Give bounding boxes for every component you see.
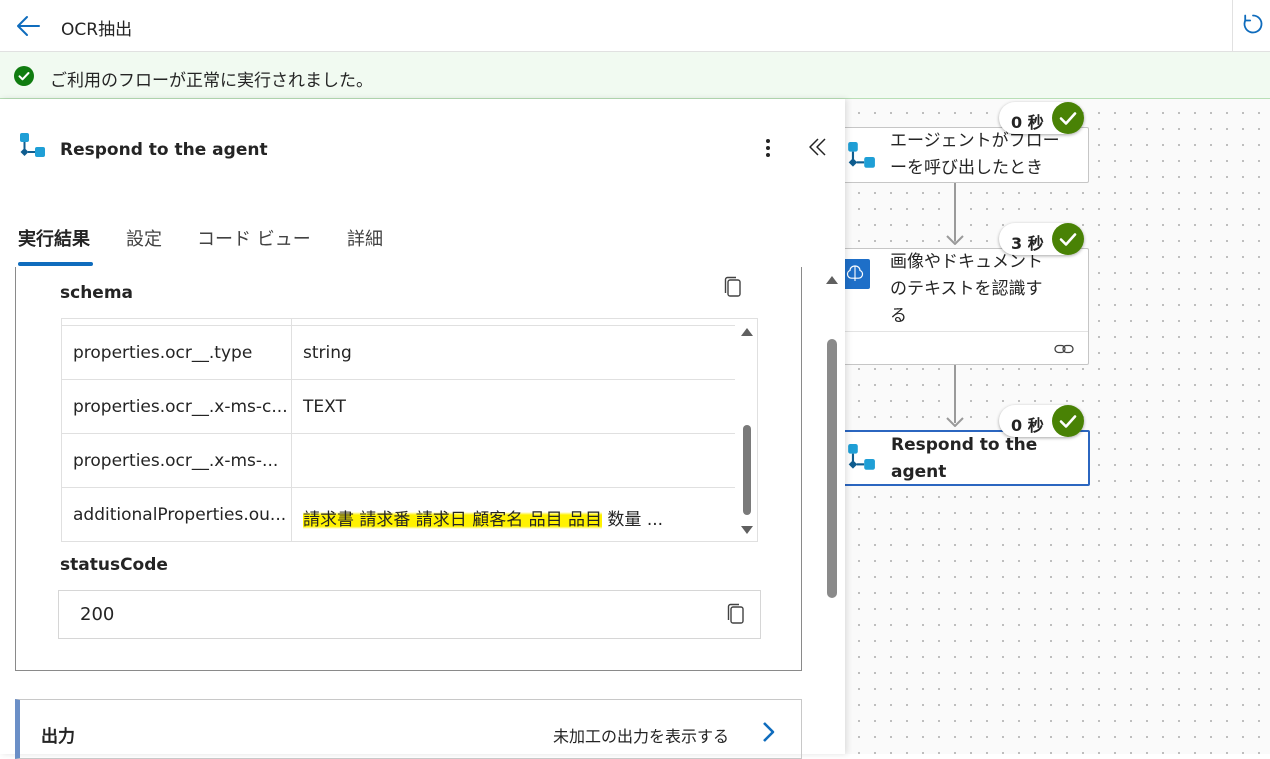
node-title-line: ーを呼び出したとき <box>890 158 1043 178</box>
table-cell-value: 請求書 請求番 請求日 顧客名 品目 品目 数量 ... <box>292 488 735 541</box>
agent-flow-icon <box>848 444 875 470</box>
top-bar: OCR抽出 <box>0 0 1270 52</box>
duration-badge: 0 秒 <box>999 102 1084 134</box>
schema-table: properties.ocr__.type string properties.… <box>61 318 758 542</box>
duration-badge: 0 秒 <box>999 405 1084 437</box>
table-row <box>62 319 735 326</box>
copy-icon[interactable] <box>725 602 747 626</box>
panel-title: Respond to the agent <box>60 140 268 160</box>
table-row: properties.ocr__.x-ms-... <box>62 433 735 488</box>
table-cell-value <box>292 434 735 488</box>
duration-text: 0 秒 <box>1011 113 1044 132</box>
panel-scrollbar[interactable] <box>822 267 842 754</box>
table-cell-key: properties.ocr__.type <box>62 326 292 380</box>
flow-node-ocr[interactable]: 画像やドキュメント のテキストを認識す る <box>839 248 1089 365</box>
table-cell-value: TEXT <box>303 397 346 417</box>
success-check-icon <box>1052 102 1084 134</box>
node-title-line: agent <box>891 462 947 482</box>
node-title-line: のテキストを認識す <box>890 279 1043 299</box>
value-rest: 数量 ... <box>602 510 664 530</box>
duration-text: 3 秒 <box>1011 234 1044 253</box>
status-code-field: 200 <box>58 590 761 639</box>
table-scrollbar[interactable] <box>735 319 758 542</box>
tab-details[interactable]: 詳細 <box>347 225 383 251</box>
tab-code-view[interactable]: コード ビュー <box>197 225 311 251</box>
table-row: properties.ocr__.x-ms-c... TEXT <box>62 379 735 434</box>
status-code-label: statusCode <box>60 555 168 575</box>
link-icon[interactable] <box>1054 342 1074 356</box>
banner-message: ご利用のフローが正常に実行されました。 <box>50 71 373 91</box>
outputs-section: schema properties.ocr__.type string prop… <box>15 267 802 671</box>
scrollbar-thumb[interactable] <box>743 425 751 515</box>
scroll-down-icon[interactable] <box>741 526 753 534</box>
output-label: 出力 <box>41 727 75 747</box>
arrow-down-icon <box>946 235 964 245</box>
collapse-panel-icon[interactable] <box>806 135 830 159</box>
success-check-icon <box>1052 405 1084 437</box>
tab-settings[interactable]: 設定 <box>126 225 162 251</box>
agent-flow-icon <box>848 142 875 168</box>
duration-text: 0 秒 <box>1011 416 1044 435</box>
scroll-up-icon[interactable] <box>826 276 838 284</box>
tab-run-result[interactable]: 実行結果 <box>18 225 90 251</box>
action-detail-panel: Respond to the agent 実行結果 設定 コード ビュー 詳細 … <box>0 99 845 759</box>
success-banner: ご利用のフローが正常に実行されました。 <box>0 52 1270 99</box>
scroll-up-icon[interactable] <box>741 328 753 336</box>
more-options-icon[interactable] <box>758 135 778 161</box>
schema-label: schema <box>60 283 134 303</box>
table-row: properties.ocr__.type string <box>62 325 735 380</box>
status-code-value: 200 <box>80 604 115 625</box>
agent-flow-icon <box>20 133 45 157</box>
chevron-right-icon[interactable] <box>758 720 778 744</box>
table-cell-key: properties.ocr__.x-ms-c... <box>62 380 292 434</box>
arrow-left-icon[interactable] <box>14 12 42 40</box>
node-divider <box>840 331 1088 332</box>
table-cell-value: string <box>303 343 352 363</box>
flow-title: OCR抽出 <box>61 20 133 40</box>
connector-line <box>954 365 956 423</box>
table-cell-key: properties.ocr__.x-ms-... <box>62 434 292 488</box>
highlighted-text: 請求書 請求番 請求日 顧客名 品目 品目 <box>303 510 603 530</box>
scrollbar-thumb[interactable] <box>827 339 837 598</box>
refresh-button[interactable] <box>1232 0 1270 52</box>
success-check-icon <box>1052 223 1084 255</box>
arrow-down-icon <box>946 417 964 427</box>
refresh-icon[interactable] <box>1241 12 1265 36</box>
output-section[interactable]: 出力 未加工の出力を表示する <box>15 699 802 759</box>
flow-canvas[interactable]: エージェントがフロー ーを呼び出したとき 画像やドキュメント のテキストを認識す… <box>839 99 1270 754</box>
copy-icon[interactable] <box>722 275 744 299</box>
flow-node-respond[interactable]: Respond to the agent <box>839 430 1090 486</box>
flow-node-trigger[interactable]: エージェントがフロー ーを呼び出したとき <box>839 127 1089 183</box>
duration-badge: 3 秒 <box>999 223 1084 255</box>
connector-line <box>954 183 956 241</box>
table-row: additionalProperties.ou... 請求書 請求番 請求日 顧… <box>62 487 735 541</box>
table-cell-key: additionalProperties.ou... <box>62 488 292 541</box>
show-raw-output-link[interactable]: 未加工の出力を表示する <box>553 723 729 747</box>
active-tab-indicator <box>18 262 93 266</box>
success-check-icon <box>14 66 34 86</box>
node-title-line: る <box>890 306 907 326</box>
